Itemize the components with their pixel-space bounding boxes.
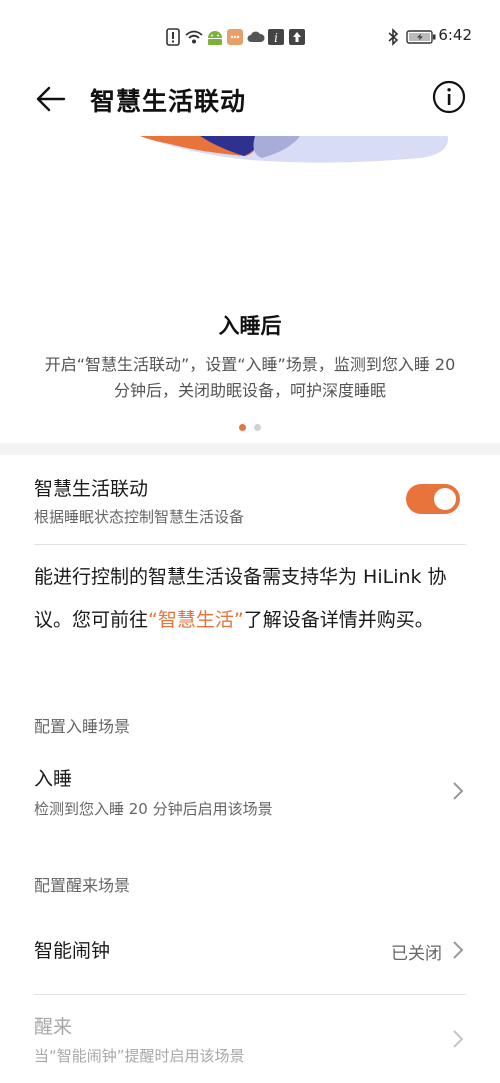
wake-scene-title: 醒来: [34, 1016, 73, 1038]
svg-text:i: i: [274, 31, 278, 45]
info-button[interactable]: [432, 80, 466, 114]
sleep-scene-title: 入睡: [34, 768, 73, 790]
smart-life-link[interactable]: “智慧生活”: [148, 609, 244, 631]
wifi-icon: [184, 28, 204, 46]
smart-alarm-title: 智能闹钟: [34, 940, 111, 962]
wake-section-label: 配置醒来场景: [34, 876, 131, 895]
hero-illustration: [0, 136, 500, 186]
status-bar: i 6:42: [0, 0, 500, 72]
message-icon: [227, 28, 243, 46]
upload-icon: [289, 28, 305, 46]
bluetooth-icon: [386, 28, 400, 46]
notice-text-end: 了解设备详情并购买。: [243, 609, 434, 631]
divider: [34, 544, 466, 545]
back-button[interactable]: [34, 82, 68, 116]
info-square-icon: i: [268, 28, 284, 46]
page-title: 智慧生活联动: [90, 87, 247, 116]
chevron-right-icon: [453, 782, 464, 800]
hero-title: 入睡后: [218, 314, 282, 338]
battery-icon: [406, 28, 436, 46]
hilink-notice: 能进行控制的智慧生活设备需支持华为 HiLink 协议。您可前往“智慧生活”了解…: [34, 556, 474, 642]
page-dot[interactable]: [254, 424, 261, 431]
divider: [34, 994, 466, 995]
chevron-right-icon: [453, 1030, 464, 1048]
status-time: 6:42: [438, 26, 472, 44]
cloud-icon: [247, 28, 265, 46]
linkage-title: 智慧生活联动: [34, 478, 149, 500]
section-separator: [0, 443, 500, 455]
page-indicator: [0, 424, 500, 431]
sleep-section-label: 配置入睡场景: [34, 717, 131, 736]
sleep-scene-subtitle: 检测到您入睡 20 分钟后启用该场景: [34, 800, 273, 818]
page-dot-active[interactable]: [239, 424, 246, 431]
linkage-toggle[interactable]: [406, 484, 460, 514]
smart-alarm-value: 已关闭: [391, 944, 442, 964]
chevron-right-icon: [453, 941, 464, 959]
info-icon: [432, 80, 466, 114]
linkage-subtitle: 根据睡眠状态控制智慧生活设备: [34, 508, 245, 526]
toggle-knob: [434, 488, 456, 510]
hero-description: 开启“智慧生活联动”，设置“入睡”场景，监测到您入睡 20 分钟后，关闭助眠设备…: [44, 355, 456, 400]
wake-scene-subtitle: 当“智能闹钟”提醒时启用该场景: [34, 1047, 245, 1065]
back-arrow-icon: [36, 86, 66, 112]
android-icon: [206, 28, 224, 46]
alert-icon: [166, 28, 180, 46]
